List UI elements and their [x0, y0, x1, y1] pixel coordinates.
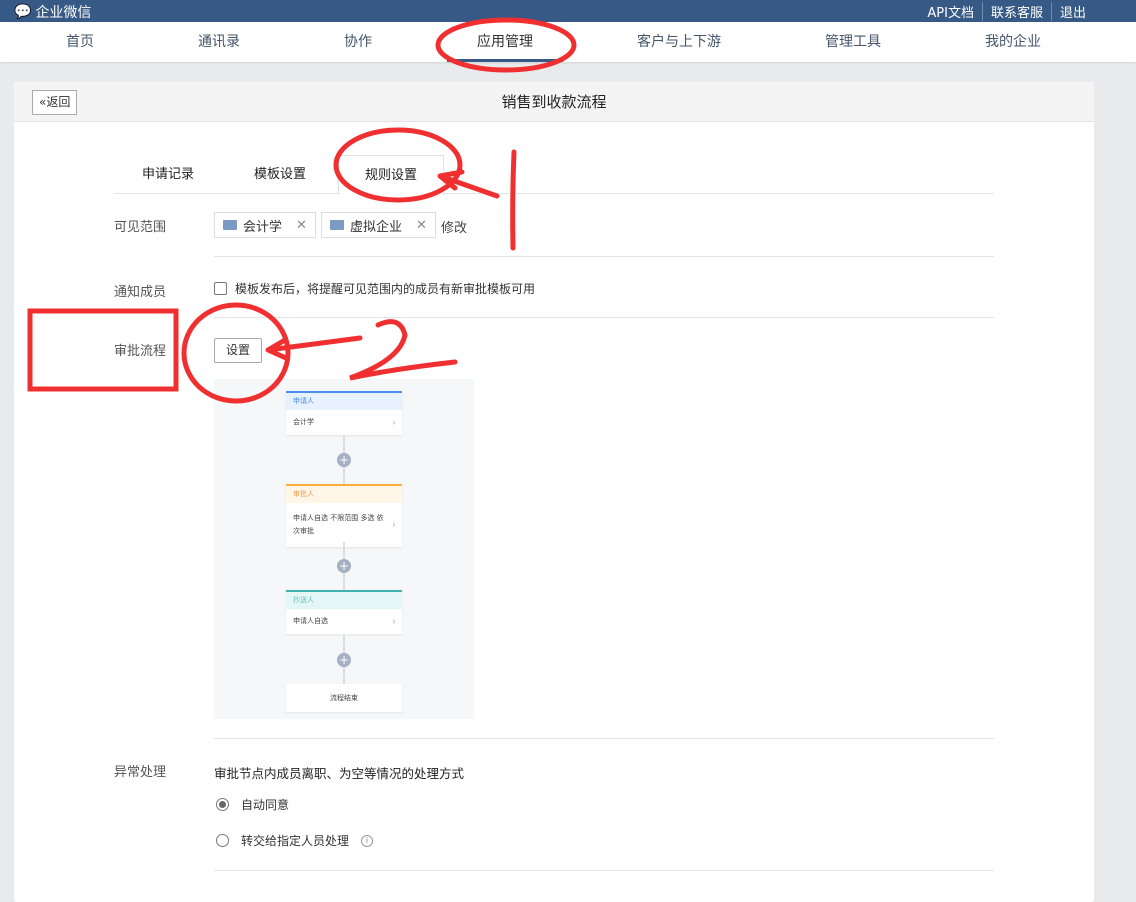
- add-node-icon[interactable]: +: [337, 453, 351, 467]
- notify-checkbox[interactable]: [214, 282, 227, 295]
- tab-rules[interactable]: 规则设置: [338, 155, 445, 195]
- logout-link[interactable]: 退出: [1050, 2, 1094, 21]
- radio-transfer[interactable]: [216, 834, 229, 847]
- nav-my-company[interactable]: 我的企业: [985, 22, 1041, 62]
- nav-contacts[interactable]: 通讯录: [198, 22, 240, 62]
- info-icon[interactable]: i: [361, 834, 374, 847]
- nav-collaboration[interactable]: 协作: [344, 22, 372, 62]
- remove-icon[interactable]: ✕: [296, 218, 307, 233]
- visible-scope-label: 可见范围: [114, 220, 167, 235]
- tab-bar: 申请记录 模板设置 规则设置: [114, 155, 994, 195]
- chat-bubble-icon: 💬: [14, 4, 32, 20]
- folder-icon: [223, 220, 237, 230]
- notify-label: 通知成员: [114, 285, 167, 300]
- add-node-icon[interactable]: +: [337, 559, 351, 573]
- folder-icon: [330, 220, 344, 230]
- scope-tag: 会计学 ✕: [214, 212, 316, 238]
- radio-auto-approve[interactable]: [216, 798, 229, 811]
- nav-home[interactable]: 首页: [66, 22, 94, 62]
- edit-scope-link[interactable]: 修改: [441, 217, 467, 236]
- divider: [214, 256, 994, 257]
- divider: [214, 317, 994, 318]
- divider: [214, 870, 994, 871]
- scope-tag: 虚拟企业 ✕: [321, 212, 436, 238]
- exception-desc: 审批节点内成员离职、为空等情况的处理方式: [214, 766, 465, 781]
- approver-node[interactable]: 审批人 申请人自选 不限范围 多选 依次审批: [286, 484, 402, 547]
- contact-support-link[interactable]: 联系客服: [981, 2, 1051, 21]
- tab-records[interactable]: 申请记录: [142, 155, 194, 194]
- add-node-icon[interactable]: +: [337, 653, 351, 667]
- nav-tools[interactable]: 管理工具: [825, 22, 881, 62]
- remove-icon[interactable]: ✕: [416, 218, 427, 233]
- main-nav: 首页 通讯录 协作 应用管理 客户与上下游 管理工具 我的企业: [0, 22, 1136, 62]
- top-bar: 💬 企业微信 API文档 联系客服 退出: [0, 0, 1136, 22]
- nav-app-management[interactable]: 应用管理: [447, 22, 563, 62]
- divider: [214, 738, 994, 739]
- tab-template[interactable]: 模板设置: [254, 155, 306, 194]
- approval-flow-preview[interactable]: 申请人 会计学 + 审批人 申请人自选 不限范围 多选 依次审批 + 抄送人 申…: [214, 379, 474, 719]
- back-button[interactable]: «返回: [32, 90, 78, 115]
- exception-label: 异常处理: [114, 765, 167, 780]
- content-card: «返回 销售到收款流程 申请记录 模板设置 规则设置 可见范围 会计学 ✕ 虚拟企…: [14, 82, 1094, 902]
- notify-text: 模板发布后，将提醒可见范围内的成员有新审批模板可用: [235, 282, 536, 296]
- logo[interactable]: 💬 企业微信: [14, 2, 91, 22]
- flow-end-node: 流程结束: [286, 684, 402, 712]
- cc-node[interactable]: 抄送人 申请人自选: [286, 590, 402, 634]
- approval-settings-button[interactable]: 设置: [214, 338, 263, 363]
- api-docs-link[interactable]: API文档: [919, 2, 982, 21]
- nav-customers[interactable]: 客户与上下游: [637, 22, 721, 62]
- applicant-node[interactable]: 申请人 会计学: [286, 391, 402, 435]
- page-title: 销售到收款流程: [501, 93, 607, 111]
- approval-label: 审批流程: [114, 344, 167, 359]
